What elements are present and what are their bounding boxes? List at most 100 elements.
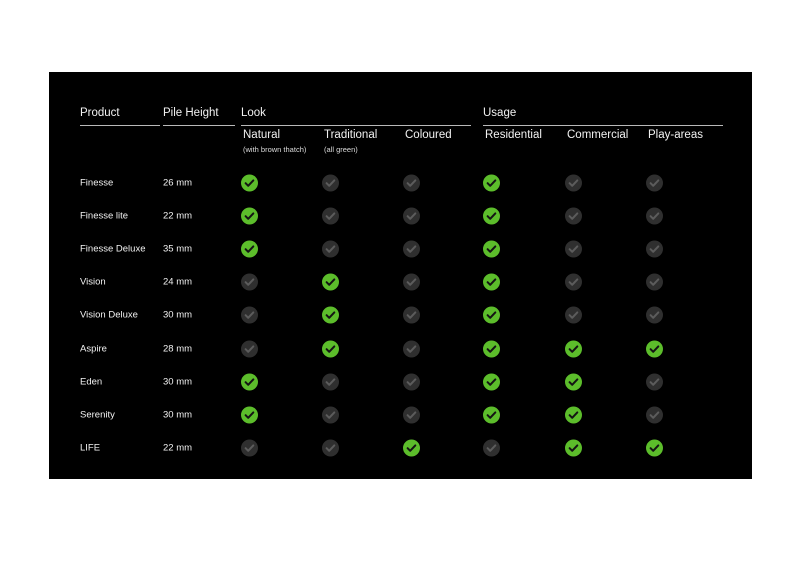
cell-commercial: [565, 340, 582, 357]
check-icon-inactive: [403, 406, 420, 424]
cell-residential: [483, 306, 500, 324]
check-icon-inactive: [565, 306, 582, 324]
cell-play_areas: [646, 439, 663, 457]
cell-play_areas: [646, 273, 663, 291]
check-icon-active: [646, 439, 663, 457]
pile-height-value: 22 mm: [163, 442, 193, 454]
table-row: Vision 24 mm: [49, 266, 752, 299]
column-header-residential: Residential: [485, 128, 542, 142]
cell-commercial: [565, 240, 582, 258]
check-icon-inactive: [646, 373, 663, 391]
check-icon-active: [483, 406, 500, 424]
cell-play_areas: [646, 306, 663, 324]
check-icon-inactive: [646, 174, 663, 191]
check-icon-inactive: [322, 439, 339, 457]
check-icon-active: [241, 174, 258, 191]
column-header-note: (with brown thatch): [243, 145, 307, 154]
cell-natural: [241, 240, 258, 258]
column-group-pile-height: Pile Height: [163, 105, 235, 126]
check-icon-inactive: [646, 306, 663, 324]
cell-natural: [241, 207, 258, 225]
pile-height-value: 35 mm: [163, 243, 193, 255]
cell-residential: [483, 406, 500, 424]
cell-residential: [483, 340, 500, 357]
product-name: LIFE: [80, 442, 101, 454]
cell-residential: [483, 373, 500, 391]
check-icon-inactive: [565, 174, 582, 191]
check-icon-inactive: [565, 240, 582, 258]
group-header-row: Product Pile Height Look Usage: [49, 102, 752, 126]
check-icon-active: [483, 174, 500, 191]
cell-natural: [241, 306, 258, 324]
product-name: Finesse lite: [80, 210, 129, 222]
pile-height-value: 26 mm: [163, 177, 193, 188]
check-icon-active: [483, 273, 500, 291]
column-header-play_areas: Play-areas: [648, 128, 703, 142]
column-header-note: (all green): [324, 145, 358, 154]
check-icon-active: [565, 340, 582, 357]
cell-play_areas: [646, 373, 663, 391]
check-icon-inactive: [565, 207, 582, 225]
cell-coloured: [403, 207, 420, 225]
product-name: Vision Deluxe: [80, 309, 138, 321]
product-name: Eden: [80, 376, 103, 388]
check-icon-inactive: [646, 406, 663, 424]
check-icon-active: [483, 306, 500, 324]
check-icon-inactive: [322, 406, 339, 424]
check-icon-inactive: [322, 240, 339, 258]
cell-traditional: [322, 406, 339, 424]
cell-traditional: [322, 306, 339, 324]
check-icon-inactive: [403, 340, 420, 357]
cell-traditional: [322, 439, 339, 457]
check-icon-active: [565, 373, 582, 391]
cell-residential: [483, 439, 500, 457]
check-icon-inactive: [483, 439, 500, 457]
cell-natural: [241, 439, 258, 457]
check-icon-active: [241, 373, 258, 391]
table-row: Finesse lite 22 mm: [49, 199, 752, 232]
check-icon-active: [483, 240, 500, 258]
cell-traditional: [322, 207, 339, 225]
check-icon-active: [565, 406, 582, 424]
table-row: Eden 30 mm: [49, 365, 752, 398]
check-icon-active: [322, 306, 339, 324]
cell-play_areas: [646, 406, 663, 424]
table-row: Serenity 30 mm: [49, 398, 752, 431]
pile-height-value: 22 mm: [163, 210, 193, 222]
column-header-title: Play-areas: [648, 129, 703, 141]
cell-coloured: [403, 240, 420, 258]
column-header-coloured: Coloured: [405, 128, 452, 142]
check-icon-inactive: [403, 240, 420, 258]
cell-coloured: [403, 174, 420, 191]
cell-commercial: [565, 174, 582, 191]
check-icon-active: [241, 406, 258, 424]
check-icon-inactive: [241, 340, 258, 357]
cell-commercial: [565, 373, 582, 391]
check-icon-inactive: [646, 240, 663, 258]
column-header-title: Coloured: [405, 129, 452, 141]
product-name: Vision: [80, 276, 106, 288]
cell-traditional: [322, 273, 339, 291]
check-icon-active: [646, 340, 663, 357]
check-icon-inactive: [403, 207, 420, 225]
check-icon-inactive: [241, 306, 258, 324]
check-icon-inactive: [565, 273, 582, 291]
cell-coloured: [403, 273, 420, 291]
pile-height-value: 30 mm: [163, 309, 193, 321]
table-row: Vision Deluxe 30 mm: [49, 299, 752, 332]
pile-height-value: 30 mm: [163, 376, 193, 388]
product-name: Aspire: [80, 343, 107, 354]
check-icon-active: [483, 340, 500, 357]
cell-coloured: [403, 306, 420, 324]
product-comparison-table: Product Pile Height Look Usage Natural (w…: [49, 72, 752, 479]
cell-natural: [241, 273, 258, 291]
cell-play_areas: [646, 340, 663, 357]
product-name: Serenity: [80, 409, 115, 421]
column-header-title: Traditional: [324, 129, 378, 141]
check-icon-inactive: [646, 273, 663, 291]
column-header-title: Commercial: [567, 129, 629, 141]
cell-commercial: [565, 207, 582, 225]
comparison-panel: Product Pile Height Look Usage Natural (w…: [49, 72, 752, 479]
column-header-traditional: Traditional (all green): [324, 128, 377, 156]
pile-height-value: 28 mm: [163, 343, 193, 354]
